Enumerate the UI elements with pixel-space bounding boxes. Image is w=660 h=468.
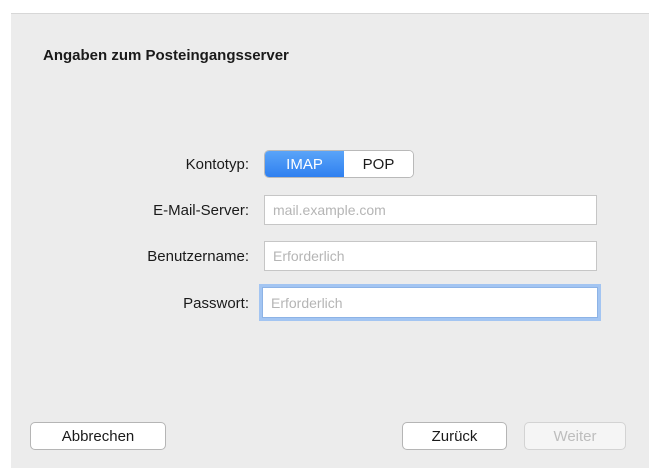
username-label: Benutzername:: [147, 248, 249, 265]
mail-server-input[interactable]: [264, 195, 597, 225]
cancel-button[interactable]: Abbrechen: [30, 422, 166, 450]
pop-segment[interactable]: POP: [344, 151, 413, 177]
account-type-label: Kontotyp:: [185, 156, 249, 173]
account-setup-sheet: Angaben zum Posteingangsserver Kontotyp:…: [11, 13, 649, 468]
page-title: Angaben zum Posteingangsserver: [43, 47, 289, 64]
imap-segment[interactable]: IMAP: [265, 151, 344, 177]
account-type-segmented-control: IMAP POP: [264, 150, 414, 178]
username-input[interactable]: [264, 241, 597, 271]
password-input[interactable]: [262, 287, 598, 318]
next-button[interactable]: Weiter: [524, 422, 626, 450]
password-label: Passwort:: [183, 295, 249, 312]
back-button[interactable]: Zurück: [402, 422, 507, 450]
mail-server-label: E-Mail-Server:: [153, 202, 249, 219]
